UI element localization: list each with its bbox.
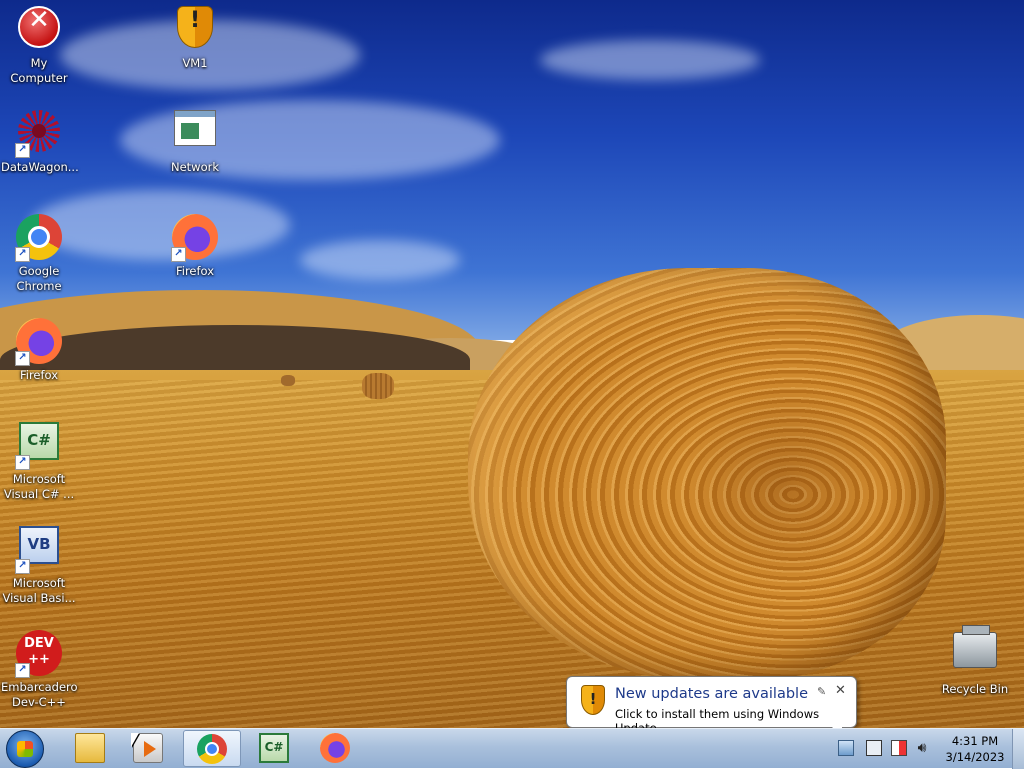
recycle-bin-icon <box>953 625 997 668</box>
chrome-icon <box>197 734 227 764</box>
desktop-icon-label: My Computer <box>10 56 68 85</box>
desktop-icon-devcpp[interactable]: DEV ++ ↗ Embarcadero Dev-C++ <box>1 624 78 710</box>
folder-icon <box>75 733 105 763</box>
desktop-icon-label: DataWagon... <box>1 160 79 174</box>
desktop-icon-label: Microsoft Visual Basi... <box>2 576 76 605</box>
shortcut-arrow-icon: ↗ <box>171 247 186 262</box>
shield-icon: ! <box>177 6 213 48</box>
taskbar-item-windows-explorer[interactable] <box>62 730 120 767</box>
desktop-icon-label: Firefox <box>19 368 59 382</box>
clock-date: 3/14/2023 <box>945 750 1005 764</box>
desktop-icon-visual-csharp[interactable]: C# ↗ Microsoft Visual C# ... <box>1 416 77 502</box>
desktop-icon-label: Embarcadero Dev-C++ <box>1 680 78 709</box>
action-center-flag-icon[interactable] <box>891 740 907 756</box>
desktop-icon-my-computer[interactable]: ✕ My Computer <box>1 0 77 86</box>
desktop-icon-vm1[interactable]: ! VM1 <box>157 0 233 71</box>
pin-icon[interactable]: ✎ <box>817 685 826 698</box>
wallpaper-hay-bale <box>468 268 946 680</box>
taskbar-item-firefox[interactable] <box>307 730 365 767</box>
taskbar-clock[interactable]: 4:31 PM 3/14/2023 <box>940 733 1010 765</box>
shortcut-arrow-icon: ↗ <box>15 455 30 470</box>
desktop-icon-network[interactable]: Network <box>157 104 233 175</box>
desktop-icon-firefox-2[interactable]: ↗ Firefox <box>1 312 77 383</box>
error-icon: ✕ <box>18 6 60 48</box>
shortcut-arrow-icon: ↗ <box>15 663 30 678</box>
taskbar-item-media-player[interactable] <box>120 730 178 767</box>
desktop-icon-label: Network <box>170 160 220 174</box>
desktop-icon-google-chrome[interactable]: ↗ Google Chrome <box>1 208 77 294</box>
close-icon[interactable]: ✕ <box>835 683 846 698</box>
taskbar: C# 🔊︎ 4:31 PM 3/14/2023 <box>0 728 1024 769</box>
shield-icon: ! <box>581 685 605 715</box>
windows-update-notification[interactable]: ! New updates are available Click to ins… <box>566 676 857 737</box>
windows-update-icon[interactable] <box>838 740 854 756</box>
windows-start-icon[interactable] <box>6 730 44 768</box>
show-desktop-button[interactable] <box>1012 729 1024 769</box>
shortcut-arrow-icon: ↗ <box>15 559 30 574</box>
desktop-icon-recycle-bin[interactable]: Recycle Bin <box>937 624 1013 697</box>
desktop-icon-firefox[interactable]: ↗ Firefox <box>157 208 233 279</box>
visual-csharp-icon: C# <box>259 733 289 763</box>
desktop-icon-label: Google Chrome <box>16 264 62 293</box>
desktop-icon-label: VM1 <box>182 56 208 70</box>
desktop-icon-visual-basic[interactable]: VB ↗ Microsoft Visual Basi... <box>1 520 77 606</box>
notification-title: New updates are available <box>615 686 808 702</box>
desktop-wallpaper <box>0 0 1024 728</box>
desktop-icon-label: Firefox <box>175 264 215 278</box>
network-icon <box>174 110 216 146</box>
taskbar-item-visual-csharp[interactable]: C# <box>246 730 304 767</box>
shortcut-arrow-icon: ↗ <box>15 143 30 158</box>
desktop-icon-label: Microsoft Visual C# ... <box>3 472 75 501</box>
network-icon[interactable] <box>866 740 882 756</box>
clock-time: 4:31 PM <box>951 734 999 748</box>
desktop-icon-datawagon[interactable]: ↗ DataWagon... <box>1 104 79 175</box>
mouse-cursor <box>131 733 139 747</box>
firefox-icon <box>320 733 350 763</box>
shortcut-arrow-icon: ↗ <box>15 247 30 262</box>
desktop-icon-label: Recycle Bin <box>941 682 1009 696</box>
volume-icon[interactable]: 🔊︎ <box>914 740 930 756</box>
taskbar-item-google-chrome[interactable] <box>183 730 241 767</box>
shortcut-arrow-icon: ↗ <box>15 351 30 366</box>
